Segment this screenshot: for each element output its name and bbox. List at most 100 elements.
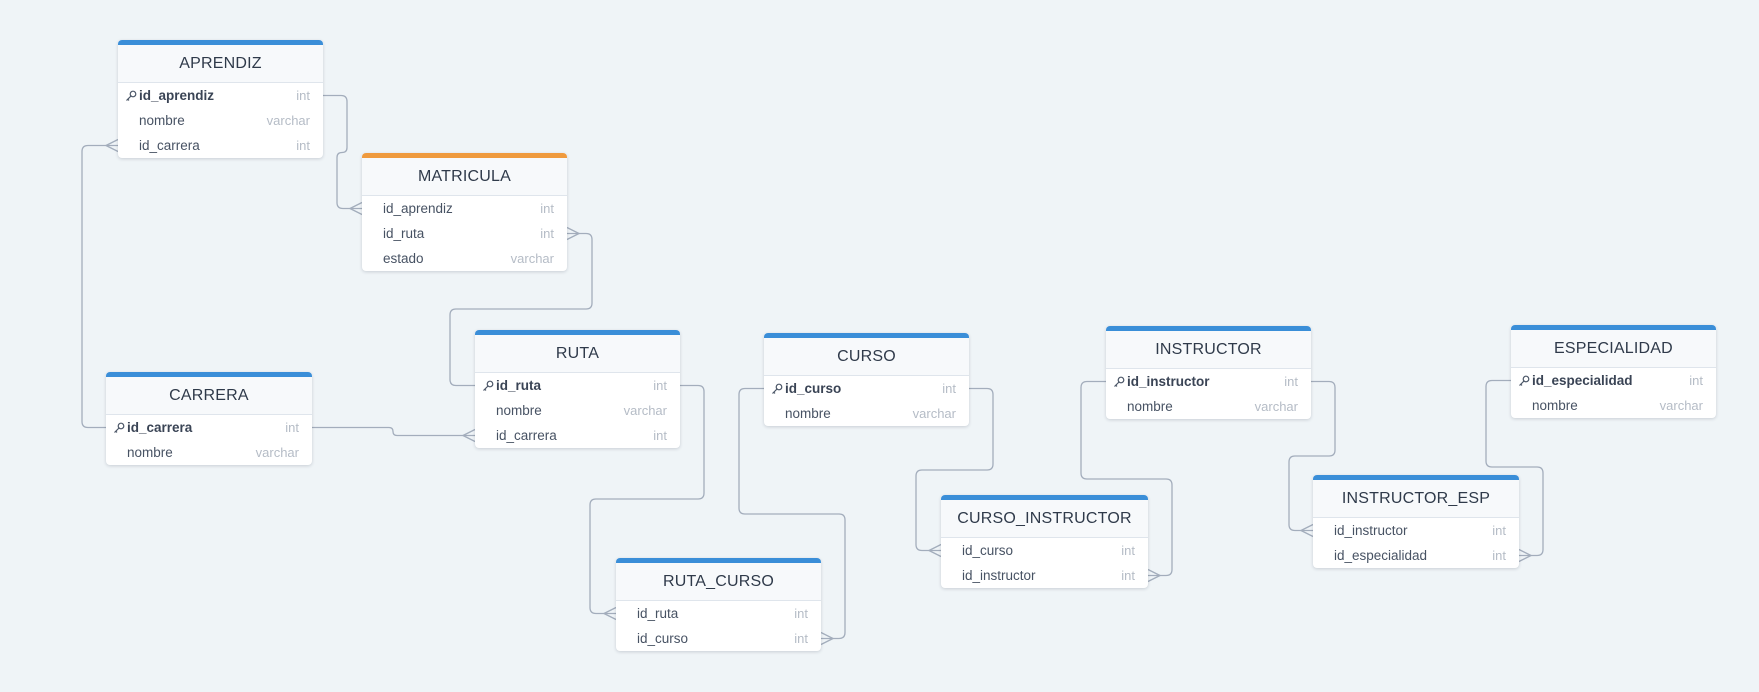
relationship-line[interactable] xyxy=(312,426,475,437)
table-ruta-curso[interactable]: RUTA_CURSO id_ruta int id_curso int xyxy=(616,558,821,651)
field-name: id_ruta xyxy=(383,226,425,241)
table-especialidad[interactable]: ESPECIALIDAD id_especialidad int nombre varc… xyxy=(1511,325,1716,418)
field-type: int xyxy=(794,631,808,646)
field-type: int xyxy=(942,381,956,396)
field-row-id-carrera[interactable]: id_carrera int xyxy=(106,415,312,440)
field-row-nombre[interactable]: nombre varchar xyxy=(106,440,312,465)
field-type: int xyxy=(1492,548,1506,563)
field-row-id-aprendiz[interactable]: id_aprendiz int xyxy=(362,196,567,221)
primary-key-icon xyxy=(125,83,137,108)
relationship-line[interactable] xyxy=(323,94,362,210)
table-instructor[interactable]: INSTRUCTOR id_instructor int nombre varchar xyxy=(1106,326,1311,419)
field-name: nombre xyxy=(496,403,542,418)
field-type: int xyxy=(1121,543,1135,558)
table-ruta[interactable]: RUTA id_ruta int nombre varchar id_carrera int xyxy=(475,330,680,448)
table-matricula[interactable]: MATRICULA id_aprendiz int id_ruta int estado v… xyxy=(362,153,567,271)
table-title[interactable]: RUTA xyxy=(475,335,680,373)
table-curso-instructor[interactable]: CURSO_INSTRUCTOR id_curso int id_instructor… xyxy=(941,495,1148,588)
field-row-id-instructor[interactable]: id_instructor int xyxy=(941,563,1148,588)
field-type: int xyxy=(1689,373,1703,388)
table-title[interactable]: INSTRUCTOR_ESP xyxy=(1313,480,1519,518)
field-name: id_ruta xyxy=(637,606,679,621)
field-row-id-carrera[interactable]: id_carrera int xyxy=(475,423,680,448)
field-name: id_carrera xyxy=(139,138,200,153)
field-name: id_curso xyxy=(785,381,842,396)
field-row-id-ruta[interactable]: id_ruta int xyxy=(616,601,821,626)
field-type: varchar xyxy=(510,251,554,266)
field-type: int xyxy=(1492,523,1506,538)
table-carrera[interactable]: CARRERA id_carrera int nombre varchar xyxy=(106,372,312,465)
field-name: id_instructor xyxy=(1127,374,1210,389)
field-row-id-especialidad[interactable]: id_especialidad int xyxy=(1313,543,1519,568)
field-type: varchar xyxy=(266,113,310,128)
field-row-id-ruta[interactable]: id_ruta int xyxy=(362,221,567,246)
primary-key-icon xyxy=(1113,369,1125,394)
field-row-id-aprendiz[interactable]: id_aprendiz int xyxy=(118,83,323,108)
table-title[interactable]: CURSO_INSTRUCTOR xyxy=(941,500,1148,538)
field-row-id-curso[interactable]: id_curso int xyxy=(941,538,1148,563)
field-name: id_ruta xyxy=(496,378,542,393)
field-row-nombre[interactable]: nombre varchar xyxy=(475,398,680,423)
field-row-nombre[interactable]: nombre varchar xyxy=(1511,393,1716,418)
crows-foot-icon xyxy=(1147,568,1161,583)
crows-foot-icon xyxy=(928,543,942,558)
table-curso[interactable]: CURSO id_curso int nombre varchar xyxy=(764,333,969,426)
field-name: id_aprendiz xyxy=(139,88,215,103)
field-row-id-instructor[interactable]: id_instructor int xyxy=(1106,369,1311,394)
field-row-id-especialidad[interactable]: id_especialidad int xyxy=(1511,368,1716,393)
field-type: int xyxy=(285,420,299,435)
field-row-nombre[interactable]: nombre varchar xyxy=(118,108,323,133)
field-name: nombre xyxy=(785,406,831,421)
field-name: nombre xyxy=(1127,399,1173,414)
field-name: id_aprendiz xyxy=(383,201,453,216)
table-title[interactable]: INSTRUCTOR xyxy=(1106,331,1311,369)
field-row-id-ruta[interactable]: id_ruta int xyxy=(475,373,680,398)
table-title[interactable]: CARRERA xyxy=(106,377,312,415)
crows-foot-icon xyxy=(105,138,119,153)
field-name: id_instructor xyxy=(1334,523,1408,538)
field-row-id-instructor[interactable]: id_instructor int xyxy=(1313,518,1519,543)
field-row-nombre[interactable]: nombre varchar xyxy=(1106,394,1311,419)
field-row-nombre[interactable]: nombre varchar xyxy=(764,401,969,426)
field-type: varchar xyxy=(1254,399,1298,414)
crows-foot-icon xyxy=(462,428,476,443)
primary-key-icon xyxy=(771,376,783,401)
field-type: int xyxy=(296,138,310,153)
field-type: varchar xyxy=(255,445,299,460)
crows-foot-icon xyxy=(349,201,363,216)
table-title[interactable]: CURSO xyxy=(764,338,969,376)
field-type: int xyxy=(1121,568,1135,583)
field-row-id-carrera[interactable]: id_carrera int xyxy=(118,133,323,158)
field-name: id_carrera xyxy=(496,428,557,443)
table-title[interactable]: ESPECIALIDAD xyxy=(1511,330,1716,368)
field-type: int xyxy=(794,606,808,621)
field-row-id-curso[interactable]: id_curso int xyxy=(616,626,821,651)
field-name: nombre xyxy=(1532,398,1578,413)
table-title[interactable]: APRENDIZ xyxy=(118,45,323,83)
field-name: estado xyxy=(383,251,424,266)
crows-foot-icon xyxy=(603,606,617,621)
field-type: int xyxy=(540,226,554,241)
field-type: int xyxy=(653,378,667,393)
primary-key-icon xyxy=(1518,368,1530,393)
field-name: nombre xyxy=(127,445,173,460)
field-row-id-curso[interactable]: id_curso int xyxy=(764,376,969,401)
table-title[interactable]: MATRICULA xyxy=(362,158,567,196)
table-title[interactable]: RUTA_CURSO xyxy=(616,563,821,601)
field-type: varchar xyxy=(912,406,956,421)
crows-foot-icon xyxy=(1300,523,1314,538)
field-type: int xyxy=(1284,374,1298,389)
field-name: nombre xyxy=(139,113,185,128)
field-name: id_curso xyxy=(962,543,1014,558)
field-type: int xyxy=(653,428,667,443)
diagram-canvas[interactable]: APRENDIZ id_aprendiz int nombre varchar id_ca… xyxy=(0,0,1759,692)
table-instructor-esp[interactable]: INSTRUCTOR_ESP id_instructor int id_especia… xyxy=(1313,475,1519,568)
field-type: int xyxy=(540,201,554,216)
crows-foot-icon xyxy=(820,631,834,646)
field-row-estado[interactable]: estado varchar xyxy=(362,246,567,271)
field-name: id_carrera xyxy=(127,420,193,435)
primary-key-icon xyxy=(113,415,125,440)
table-aprendiz[interactable]: APRENDIZ id_aprendiz int nombre varchar id_ca… xyxy=(118,40,323,158)
crows-foot-icon xyxy=(566,226,580,241)
field-name: id_especialidad xyxy=(1334,548,1428,563)
